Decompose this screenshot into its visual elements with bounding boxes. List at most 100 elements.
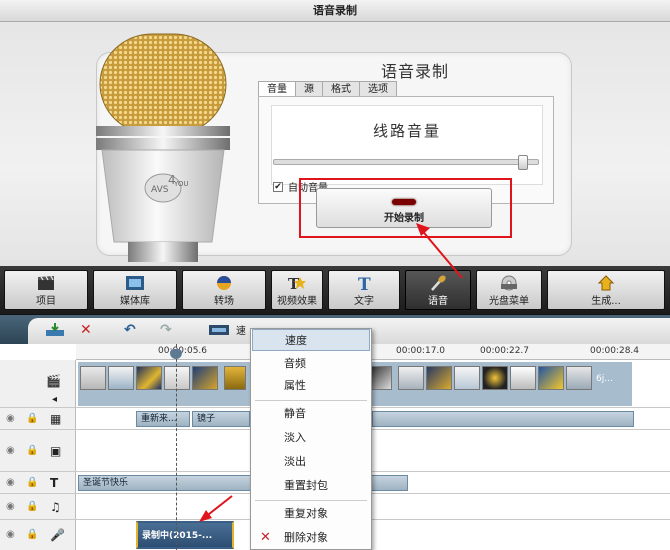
- mode-button-project[interactable]: 项目: [4, 270, 88, 310]
- menu-item-fade-out[interactable]: 淡出: [252, 451, 370, 473]
- recorder-heading: 语音录制: [380, 62, 449, 81]
- video-thumbnail: [80, 366, 106, 390]
- video-thumbnail: [510, 366, 536, 390]
- mode-button-label: 转场: [214, 296, 234, 307]
- video-track-header: 🎬 ◂: [0, 360, 76, 407]
- mode-button-disc-menu[interactable]: 光盘菜单: [476, 270, 542, 310]
- video-thumbnail: [454, 366, 480, 390]
- voice-clip[interactable]: 录制中(2015-...: [136, 521, 234, 549]
- video-clip-label: 6j...: [596, 374, 613, 384]
- voice-track-header: ◉ 🔒 🎤: [0, 520, 76, 550]
- video-thumbnail: [136, 366, 162, 390]
- voice-recording-dialog: AVS 4 YOU 语音录制 音量 源 格式 选项 线路音量 ✔ 自动音量 开始…: [0, 22, 670, 266]
- video-thumbnail: [108, 366, 134, 390]
- menu-item-mute[interactable]: 静音: [252, 403, 370, 425]
- audio-track-header: ◉ 🔒 ▣: [0, 430, 76, 471]
- effects-icon: T: [288, 275, 306, 291]
- video-thumbnail: [566, 366, 592, 390]
- checkbox-checked-icon[interactable]: ✔: [273, 181, 283, 192]
- menu-item-reset-envelope[interactable]: 重置封包: [252, 475, 370, 497]
- microphone-icon: 🎤: [50, 528, 65, 542]
- effect-clip-tail[interactable]: [372, 411, 634, 427]
- menu-separator: [255, 500, 367, 501]
- ruler-tick: 00:00:17.0: [396, 346, 446, 356]
- tab-volume[interactable]: 音量: [258, 81, 296, 97]
- film-icon: [126, 276, 144, 290]
- eye-icon[interactable]: ◉: [6, 501, 15, 512]
- mode-button-text[interactable]: T 文字: [328, 270, 400, 310]
- mode-button-label: 项目: [36, 296, 56, 307]
- window-title: 语音录制: [0, 0, 670, 22]
- mode-button-label: 媒体库: [120, 296, 150, 307]
- produce-icon: [597, 275, 615, 291]
- effects-track-header: ◉ 🔒 ▦: [0, 408, 76, 429]
- eye-icon[interactable]: ◉: [6, 529, 15, 540]
- text-icon: T: [358, 275, 371, 291]
- video-thumbnail: [224, 366, 246, 390]
- svg-text:AVS: AVS: [151, 185, 169, 195]
- disc-icon: [501, 275, 517, 291]
- menu-item-audio[interactable]: 音频: [252, 353, 370, 375]
- speed-icon[interactable]: [208, 322, 230, 342]
- volume-group: 线路音量: [271, 105, 543, 185]
- recorder-tabs: 音量 源 格式 选项: [258, 81, 397, 97]
- clapper-icon: 🎬: [46, 374, 61, 388]
- tab-source[interactable]: 源: [295, 81, 323, 97]
- transition-icon: [217, 276, 231, 290]
- ruler-tick: 00:00:28.4: [590, 346, 640, 356]
- mode-button-produce[interactable]: 生成...: [547, 270, 665, 310]
- video-thumbnail: [426, 366, 452, 390]
- mode-button-label: 语音: [428, 296, 448, 307]
- redo-icon[interactable]: ↷: [160, 322, 172, 338]
- menu-item-delete[interactable]: ✕ 删除对象: [252, 527, 370, 549]
- menu-item-speed[interactable]: 速度: [252, 329, 370, 351]
- video-thumbnail: [482, 366, 508, 390]
- audio-track-icon: ▣: [50, 443, 62, 458]
- lock-icon[interactable]: 🔒: [26, 477, 38, 488]
- line-volume-label: 线路音量: [372, 122, 441, 140]
- mode-button-label: 文字: [354, 296, 374, 307]
- menu-item-delete-label: 删除对象: [284, 531, 328, 544]
- volume-slider-thumb[interactable]: [518, 155, 528, 170]
- menu-separator: [255, 400, 367, 401]
- ruler-tick: 00:00:05.6: [158, 346, 208, 356]
- effect-clip[interactable]: 重新来...: [136, 411, 190, 427]
- music-track-header: ◉ 🔒 ♫: [0, 494, 76, 519]
- text-track-header: ◉ 🔒 T: [0, 472, 76, 493]
- lock-icon[interactable]: 🔒: [26, 501, 38, 512]
- lock-icon[interactable]: 🔒: [26, 445, 38, 456]
- mode-button-label: 视频效果: [277, 296, 317, 307]
- context-menu: 速度 音频 属性 静音 淡入 淡出 重置封包 重复对象 ✕ 删除对象: [250, 328, 372, 550]
- mode-button-video-effects[interactable]: T 视频效果: [271, 270, 323, 310]
- undo-icon[interactable]: ↶: [124, 322, 136, 338]
- menu-item-properties[interactable]: 属性: [252, 375, 370, 397]
- mode-button-transitions[interactable]: 转场: [182, 270, 266, 310]
- eye-icon[interactable]: ◉: [6, 413, 15, 424]
- video-thumbnail: [538, 366, 564, 390]
- speed-tool-label[interactable]: 速: [236, 324, 246, 340]
- mode-toolbar: 项目 媒体库 转场 T 视频效果 T 文字 语音 光盘菜单 生成...: [0, 266, 670, 314]
- tab-options[interactable]: 选项: [359, 81, 397, 97]
- video-thumbnail: [370, 366, 392, 390]
- lock-icon[interactable]: 🔒: [26, 413, 38, 424]
- annotation-arrow-down: [199, 495, 233, 522]
- lock-icon[interactable]: 🔒: [26, 529, 38, 540]
- playhead-line[interactable]: [176, 344, 177, 550]
- menu-item-duplicate[interactable]: 重复对象: [252, 503, 370, 525]
- speaker-icon: ◂: [52, 394, 58, 405]
- menu-item-fade-in[interactable]: 淡入: [252, 427, 370, 449]
- microphone-illustration: AVS 4 YOU: [96, 33, 230, 262]
- video-thumbnail: [192, 366, 218, 390]
- svg-text:T: T: [358, 275, 371, 291]
- svg-text:YOU: YOU: [173, 180, 189, 188]
- music-track-icon: ♫: [50, 499, 61, 514]
- eye-icon[interactable]: ◉: [6, 445, 15, 456]
- effect-clip[interactable]: 镜子: [192, 411, 250, 427]
- mode-button-media-library[interactable]: 媒体库: [93, 270, 177, 310]
- timeline-ruler[interactable]: 00:00:05.6 00:00:17.0 00:00:22.7 00:00:2…: [76, 344, 670, 360]
- eye-icon[interactable]: ◉: [6, 477, 15, 488]
- delete-icon[interactable]: ✕: [80, 322, 92, 338]
- add-to-timeline-icon[interactable]: [44, 322, 66, 342]
- tab-format[interactable]: 格式: [322, 81, 360, 97]
- volume-slider[interactable]: [273, 155, 539, 170]
